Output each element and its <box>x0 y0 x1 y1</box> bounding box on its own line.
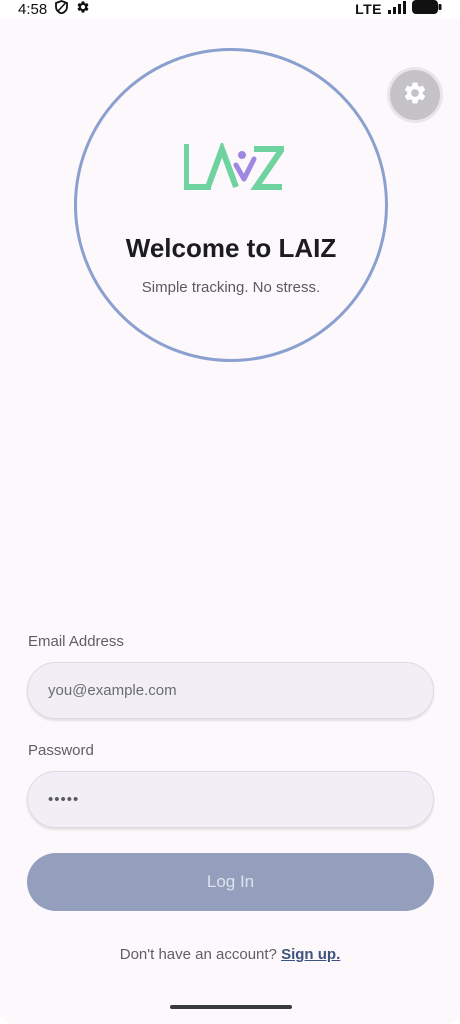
battery-icon <box>412 0 442 18</box>
login-button[interactable]: Log In <box>27 853 434 911</box>
password-field[interactable]: ••••• <box>27 771 434 828</box>
laiz-logo <box>183 140 288 193</box>
password-label: Password <box>28 742 94 759</box>
gear-icon <box>402 80 428 111</box>
signup-link[interactable]: Sign up. <box>281 946 340 963</box>
email-field[interactable] <box>48 682 433 699</box>
login-screen: 4:58 LTE Welcome to LAIZ Simple tracking… <box>0 0 460 1024</box>
settings-button-face[interactable] <box>390 70 440 120</box>
status-left: 4:58 <box>18 0 90 18</box>
status-bar: 4:58 LTE <box>0 0 460 18</box>
settings-button[interactable] <box>387 67 443 123</box>
gear-icon <box>76 0 90 18</box>
signup-row: Don't have an account? Sign up. <box>0 946 460 963</box>
email-field-container[interactable] <box>27 662 434 719</box>
password-value: ••••• <box>48 791 80 808</box>
welcome-subtitle: Simple tracking. No stress. <box>141 279 321 296</box>
status-time: 4:58 <box>18 0 48 18</box>
welcome-title: Welcome to LAIZ <box>125 233 337 263</box>
network-type: LTE <box>355 1 382 17</box>
status-right: LTE <box>355 0 442 18</box>
hero-circle: Welcome to LAIZ Simple tracking. No stre… <box>74 48 388 362</box>
signal-icon <box>388 0 406 18</box>
email-label: Email Address <box>28 633 124 650</box>
home-indicator[interactable] <box>170 1005 292 1009</box>
signup-prompt: Don't have an account? <box>119 946 277 963</box>
shield-icon <box>55 0 69 18</box>
